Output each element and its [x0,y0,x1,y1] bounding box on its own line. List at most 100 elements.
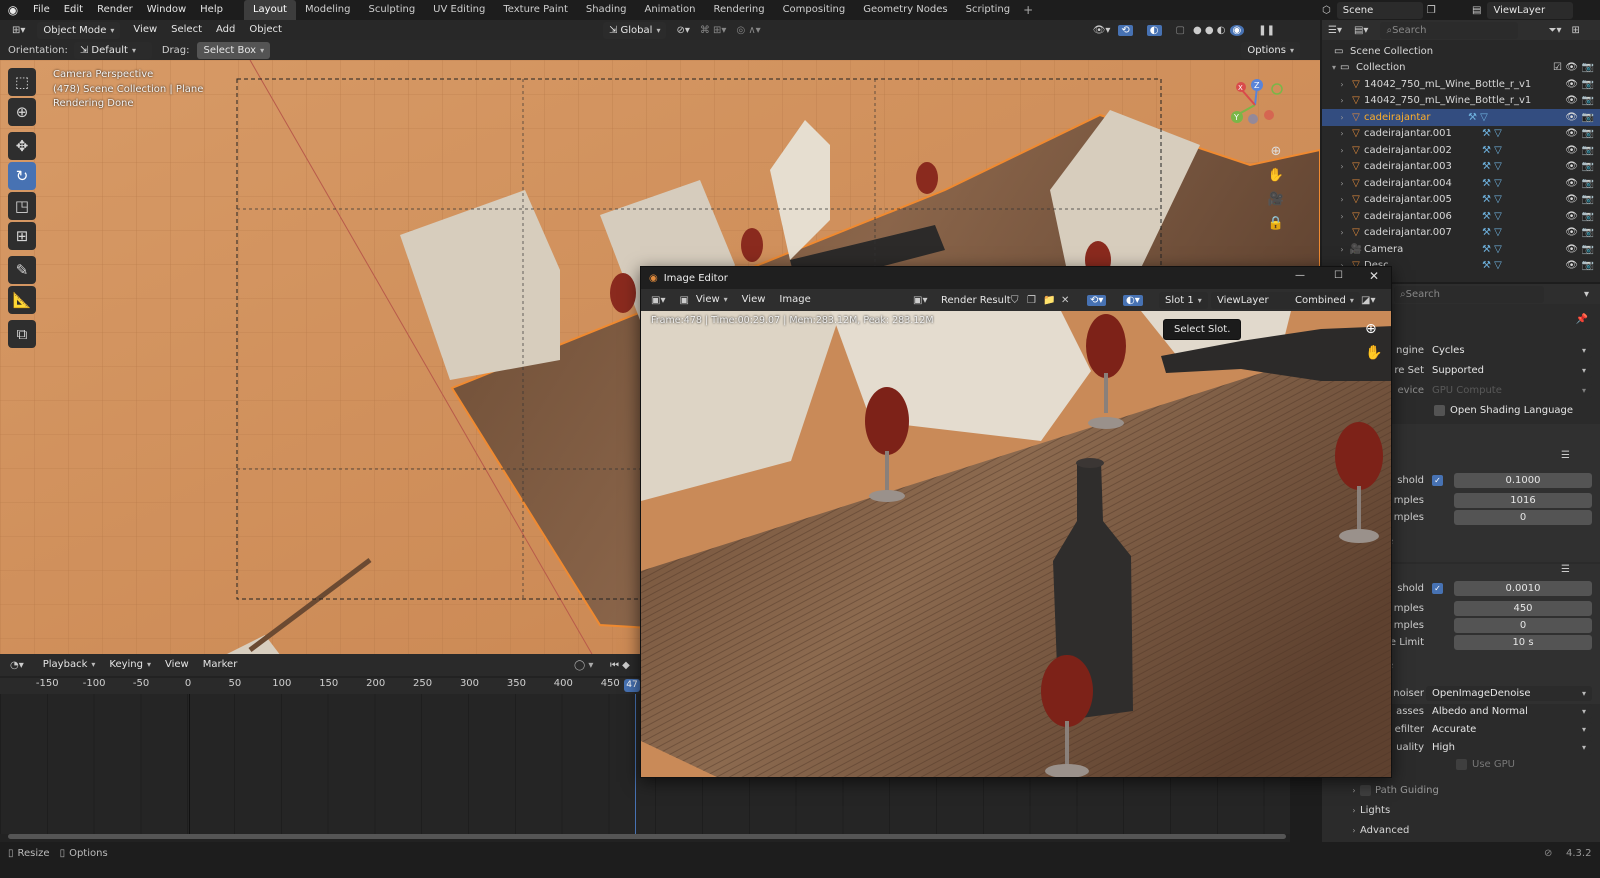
rotate-icon[interactable]: ↻ [8,162,36,190]
eye-icon[interactable]: 👁 [1565,112,1578,123]
expand-icon[interactable]: › [1348,786,1360,795]
collapsed-section-advanced[interactable]: › Advanced [1322,820,1600,840]
min-samples-field[interactable]: 0 [1454,510,1592,525]
tab-animation[interactable]: Animation [636,0,705,20]
menu-help[interactable]: Help [193,0,230,20]
pan-hand-icon[interactable]: ✋ [1266,164,1286,188]
eye-icon[interactable]: 👁 [1565,145,1578,156]
use-gpu-checkbox[interactable] [1456,759,1467,770]
transform-icon[interactable]: ⊞ [8,222,36,250]
duplicate-image-icon[interactable]: ❐ [1027,295,1036,306]
image-editor-window[interactable]: ◉ Image Editor — ☐ ✕ ▣▾ ▣ View ▾ View Ima… [640,266,1392,778]
visibility-icon[interactable]: 👁▾ [1093,25,1111,36]
viewport-menu-object[interactable]: Object [242,20,289,40]
image-menu[interactable]: Image [772,290,817,310]
tab-scripting[interactable]: Scripting [957,0,1019,20]
expand-icon[interactable]: › [1336,146,1348,155]
expand-icon[interactable]: › [1336,162,1348,171]
expand-icon[interactable]: › [1336,195,1348,204]
maximize-icon[interactable]: ☐ [1334,270,1343,281]
pan-hand-icon[interactable]: ✋ [1365,345,1382,361]
denoise-dropdown[interactable]: Albedo and Normal ▾ [1426,703,1592,719]
noise-threshold-field[interactable]: 0.1000 [1454,473,1592,488]
image-name[interactable]: Render Result [941,295,1011,306]
image-editor-type-icon[interactable]: ▣▾ [651,295,665,306]
viewlayer-name[interactable]: ViewLayer [1487,2,1574,19]
eye-icon[interactable]: 👁 [1565,128,1578,139]
current-frame-marker[interactable]: 47 [624,679,640,692]
render-camera-icon[interactable]: 📷 [1582,112,1594,123]
mode-dropdown[interactable]: Object Mode ▾ [37,21,121,39]
expand-icon[interactable]: › [1336,179,1348,188]
expand-icon[interactable]: ▾ [1328,63,1340,72]
render-camera-icon[interactable]: 📷 [1582,95,1594,106]
zoom-icon[interactable]: ⊕ [1365,321,1377,337]
blender-logo-icon[interactable]: ◉ [0,3,26,17]
timeline-menu-view[interactable]: View [158,655,196,675]
drag-dropdown[interactable]: Select Box ▾ [197,41,271,59]
outliner-item[interactable]: › ▽ cadeirajantar.007 ⚒ ▽ 👁 📷 [1322,225,1600,242]
max-samples-field[interactable]: 1016 [1454,493,1592,508]
eye-icon[interactable]: 👁 [1565,95,1578,106]
render-camera-icon[interactable]: 📷 [1582,79,1594,90]
autokey-icon[interactable]: ◯ ▾ [574,660,593,671]
time-limit-field[interactable]: 10 s [1454,635,1592,650]
scene-collection-row[interactable]: ▭ Scene Collection [1322,43,1600,60]
slot-dropdown[interactable]: Slot 1 ▾ [1159,291,1208,309]
eye-icon[interactable]: 👁 [1565,194,1578,205]
property-dropdown[interactable]: Supported ▾ [1426,362,1592,378]
eye-icon[interactable]: 👁 [1565,62,1578,73]
gizmo-toggle-icon[interactable]: ⟲▾ [1087,294,1107,306]
scale-icon[interactable]: ◳ [8,192,36,220]
expand-icon[interactable]: › [1336,113,1348,122]
open-image-icon[interactable]: 📁 [1043,295,1055,306]
new-collection-icon[interactable]: ⊞ [1571,25,1579,36]
expand-icon[interactable]: › [1336,96,1348,105]
osl-checkbox[interactable] [1434,404,1445,416]
collapsed-section-path-guiding[interactable]: › Path Guiding [1322,780,1600,800]
shading-solid-icon[interactable]: ● ● ◐ [1193,25,1226,36]
outliner-item[interactable]: › ▽ cadeirajantar.003 ⚒ ▽ 👁 📷 [1322,159,1600,176]
scene-selector[interactable]: ⬡ Scene ❐ [1322,2,1436,19]
expand-icon[interactable]: › [1348,826,1360,835]
eye-icon[interactable]: 👁 [1565,178,1578,189]
outliner-search[interactable]: ⌕ Search [1380,21,1519,39]
pass-dropdown[interactable]: Combined ▾ [1289,291,1360,309]
outliner[interactable]: ☰▾ ▤▾ ⌕ Search ⏷▾ ⊞ ▭ Scene Collection ▾… [1320,20,1600,282]
select-box-icon[interactable]: ⬚ [8,68,36,96]
menu-window[interactable]: Window [140,0,193,20]
lock-icon[interactable]: 🔒 [1266,212,1286,236]
expand-icon[interactable]: › [1348,806,1360,815]
layer-dropdown[interactable]: ViewLayer▾ [1211,291,1301,309]
render-camera-icon[interactable]: 📷 [1582,244,1594,255]
render-camera-icon[interactable]: 📷 [1582,62,1594,73]
outliner-item[interactable]: › ▽ cadeirajantar.001 ⚒ ▽ 👁 📷 [1322,126,1600,143]
noise-threshold-checkbox[interactable]: ✓ [1432,583,1443,594]
shading-rendered-icon[interactable]: ◉ [1229,24,1245,36]
view-dropdown[interactable]: View ▾ [689,290,735,310]
eye-icon[interactable]: 👁 [1565,79,1578,90]
min-samples-field[interactable]: 0 [1454,618,1592,633]
overlay-toggle-icon[interactable]: ◐ [1146,24,1162,36]
render-camera-icon[interactable]: 📷 [1582,260,1594,271]
outliner-item[interactable]: › ▽ 14042_750_mL_Wine_Bottle_r_v1 👁 📷 [1322,93,1600,110]
add-cube-icon[interactable]: ⧉ [8,320,36,348]
eye-icon[interactable]: 👁 [1565,260,1578,271]
eye-icon[interactable]: 👁 [1565,244,1578,255]
pause-render-icon[interactable]: ❚❚ [1258,25,1275,36]
noise-threshold-checkbox[interactable]: ✓ [1432,475,1443,486]
eye-icon[interactable]: 👁 [1565,161,1578,172]
tab-shading[interactable]: Shading [577,0,636,20]
orientation-dropdown[interactable]: ⇲ Default ▾ [73,41,152,59]
editor-type-icon[interactable]: ⊞▾ [12,25,25,36]
tab-compositing[interactable]: Compositing [774,0,855,20]
unlink-image-icon[interactable]: ✕ [1061,295,1069,306]
tab-uv-editing[interactable]: UV Editing [424,0,494,20]
gizmo-toggle-icon[interactable]: ⟲ [1118,24,1133,36]
tab-rendering[interactable]: Rendering [704,0,773,20]
render-canvas[interactable]: Frame:478 | Time:00:29.07 | Mem:283.12M,… [641,311,1391,777]
viewlayer-selector[interactable]: ▤ ViewLayer [1472,2,1574,19]
expand-icon[interactable]: › [1336,129,1348,138]
scene-name[interactable]: Scene [1336,2,1423,19]
render-camera-icon[interactable]: 📷 [1582,161,1594,172]
